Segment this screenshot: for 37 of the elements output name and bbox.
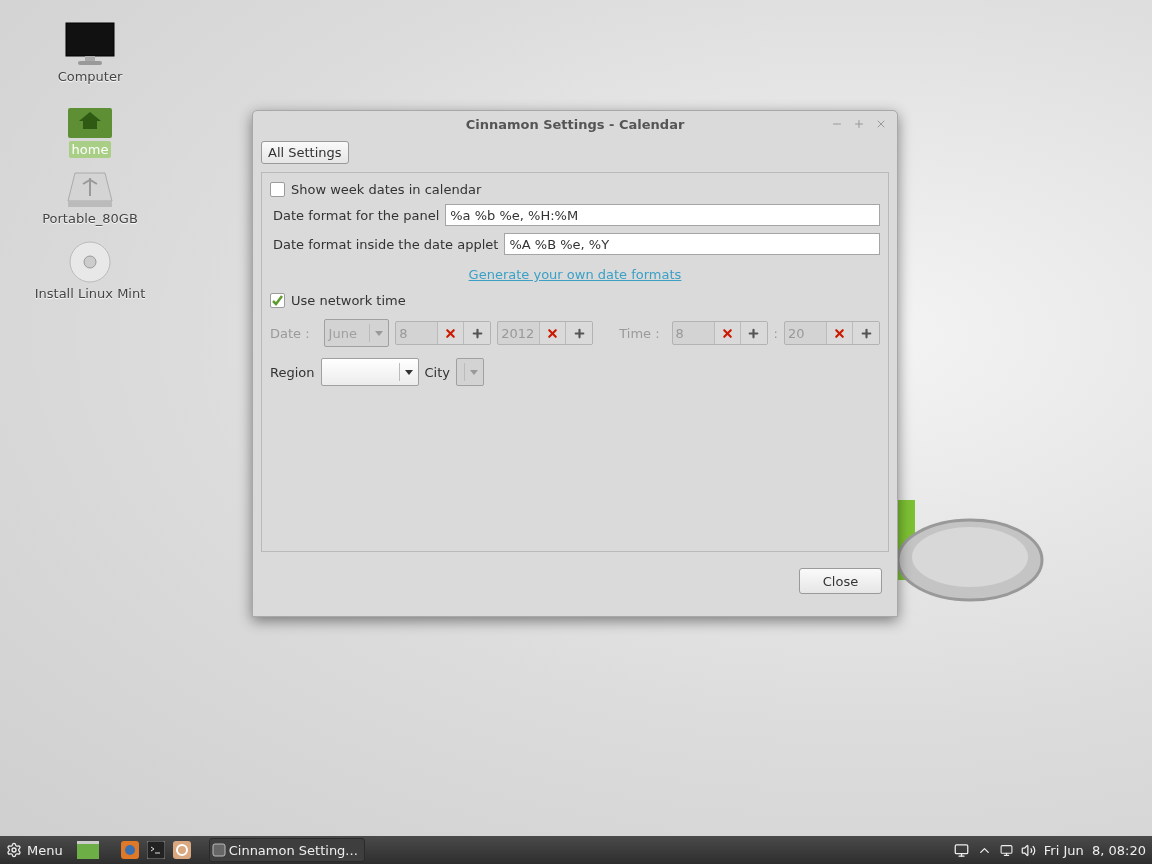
panel-format-field[interactable]: %a %b %e, %H:%M [445, 204, 880, 226]
all-settings-button[interactable]: All Settings [261, 141, 349, 164]
show-desktop-icon[interactable] [76, 841, 99, 859]
checkbox[interactable] [270, 293, 285, 308]
terminal-launcher-icon[interactable] [146, 841, 165, 859]
time-separator: : [773, 325, 778, 341]
checkbox-label: Show week dates in calendar [291, 182, 482, 197]
monitor-icon [65, 22, 115, 66]
region-dropdown[interactable] [320, 358, 419, 386]
menu-button[interactable]: Menu [6, 842, 63, 858]
field-label: Date format for the panel [273, 207, 440, 223]
usb-drive-icon [67, 172, 113, 208]
checkbox[interactable] [270, 182, 285, 197]
window-title: Cinnamon Settings - Calendar [465, 116, 685, 132]
caret-icon [404, 369, 413, 375]
city-label: City [424, 364, 450, 380]
caret-icon [470, 369, 478, 375]
field-label: Date format inside the date applet [273, 236, 499, 252]
disc-icon [69, 241, 111, 283]
applet-format-field[interactable]: %A %B %e, %Y [504, 233, 880, 255]
time-label: Time : [619, 325, 660, 341]
date-label: Date : [270, 325, 310, 341]
caret-icon [375, 330, 384, 336]
volume-icon[interactable] [1020, 842, 1036, 858]
clock[interactable]: Fri Jun 8, 08:20 [1043, 842, 1146, 858]
region-label: Region [270, 364, 315, 380]
desktop-icon-label[interactable]: Computer [54, 68, 126, 85]
gear-icon [6, 842, 22, 858]
window-icon [211, 843, 226, 857]
close-button[interactable]: Close [799, 568, 882, 594]
maximize-icon [853, 118, 865, 130]
checkbox-label: Use network time [291, 293, 406, 308]
app-launcher-icon[interactable] [172, 841, 191, 859]
desktop-icon-label[interactable]: Portable_80GB [39, 210, 141, 227]
taskbar-window-button[interactable]: Cinnamon Setting... [208, 838, 365, 862]
desktop-icon-label[interactable]: Install Linux Mint [31, 285, 149, 302]
browser-launcher-icon[interactable] [120, 841, 139, 859]
